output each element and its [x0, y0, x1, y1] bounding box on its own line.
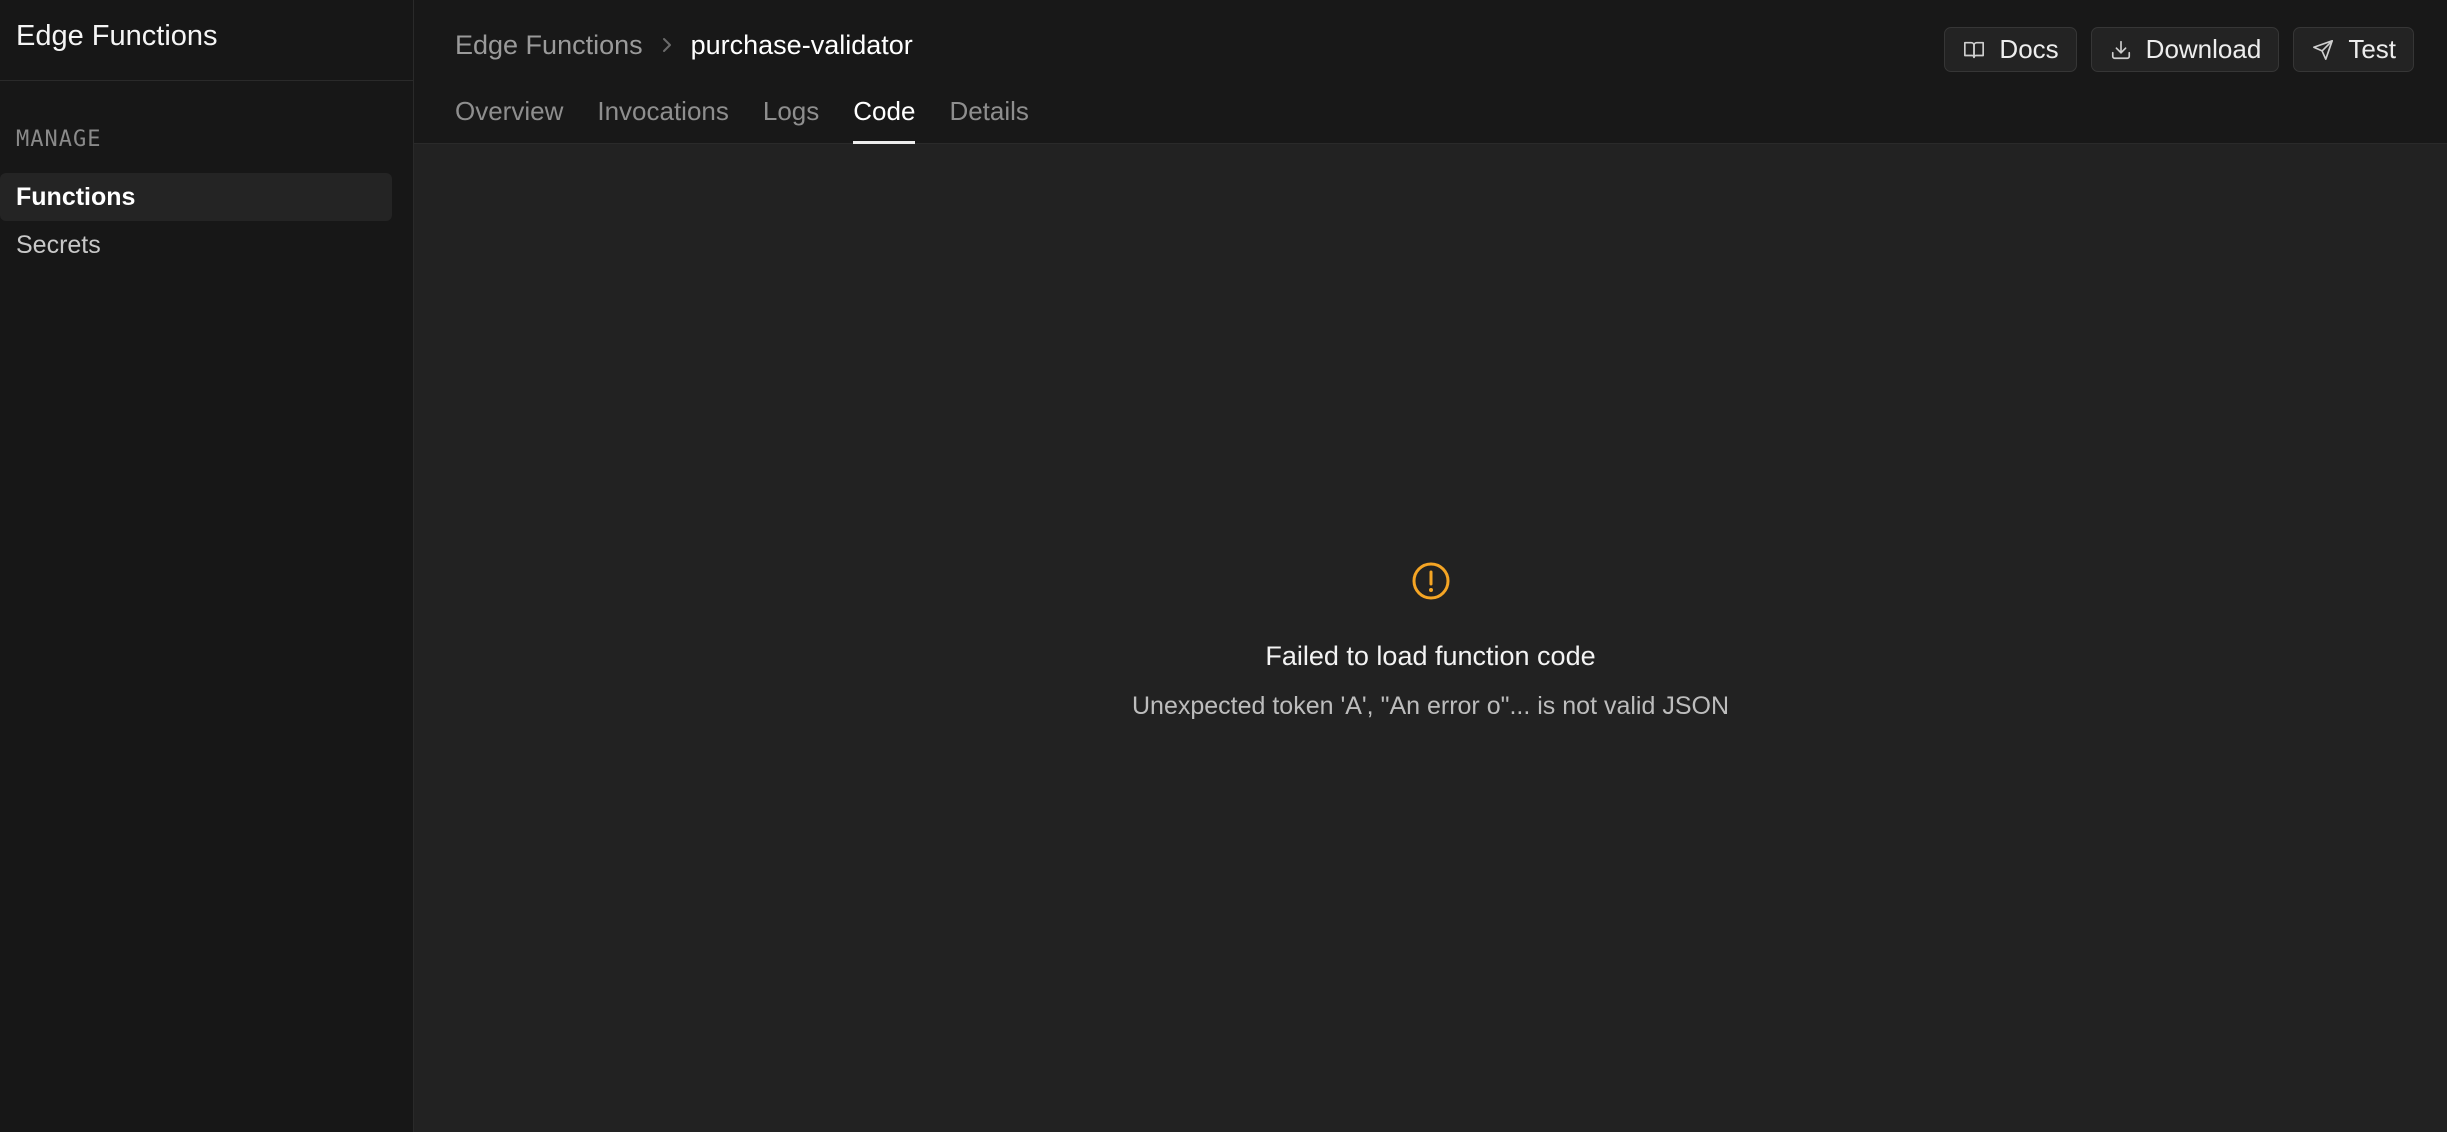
- sidebar-item-functions[interactable]: Functions: [0, 173, 392, 221]
- tab-details[interactable]: Details: [949, 96, 1028, 144]
- sidebar-item-label: Secrets: [16, 230, 101, 259]
- error-state: Failed to load function code Unexpected …: [414, 561, 2447, 721]
- book-open-icon: [1964, 41, 1985, 58]
- sidebar-section-title: MANAGE: [16, 127, 102, 152]
- test-button[interactable]: Test: [2293, 27, 2414, 72]
- download-button-label: Download: [2145, 34, 2262, 64]
- breadcrumb-root-link[interactable]: Edge Functions: [455, 30, 643, 61]
- chevron-right-icon: [660, 33, 674, 59]
- sidebar-title: Edge Functions: [0, 0, 413, 81]
- docs-button[interactable]: Docs: [1944, 27, 2077, 72]
- code-content-area: Failed to load function code Unexpected …: [414, 144, 2447, 1132]
- app-root: Edge Functions MANAGE Functions Secrets …: [0, 0, 2447, 1132]
- tab-overview[interactable]: Overview: [455, 96, 563, 144]
- send-icon: [2313, 39, 2334, 60]
- header-actions: Docs Download Test: [1944, 27, 2414, 72]
- tab-bar: Overview Invocations Logs Code Details: [455, 96, 1029, 144]
- sidebar-item-secrets[interactable]: Secrets: [0, 221, 392, 269]
- breadcrumb-current: purchase-validator: [690, 30, 913, 60]
- tab-logs[interactable]: Logs: [763, 96, 819, 144]
- sidebar-item-label: Functions: [16, 182, 136, 211]
- sidebar: Edge Functions MANAGE Functions Secrets: [0, 0, 414, 1132]
- download-button[interactable]: Download: [2090, 27, 2280, 72]
- warning-circle-icon: [1412, 562, 1449, 600]
- docs-button-label: Docs: [1999, 34, 2059, 64]
- error-detail: Unexpected token 'A', "An error o"... is…: [1131, 692, 1729, 720]
- breadcrumb: Edge Functions purchase-validator: [455, 30, 913, 61]
- tab-code[interactable]: Code: [853, 96, 916, 144]
- main-panel: Edge Functions purchase-validator Docs D…: [414, 0, 2447, 1132]
- top-bar: Edge Functions purchase-validator Docs D…: [414, 0, 2447, 144]
- sidebar-section-manage: MANAGE Functions Secrets: [0, 81, 413, 269]
- test-button-label: Test: [2348, 34, 2396, 64]
- download-icon: [2111, 40, 2130, 59]
- tab-invocations[interactable]: Invocations: [597, 96, 729, 144]
- error-title: Failed to load function code: [1265, 641, 1596, 671]
